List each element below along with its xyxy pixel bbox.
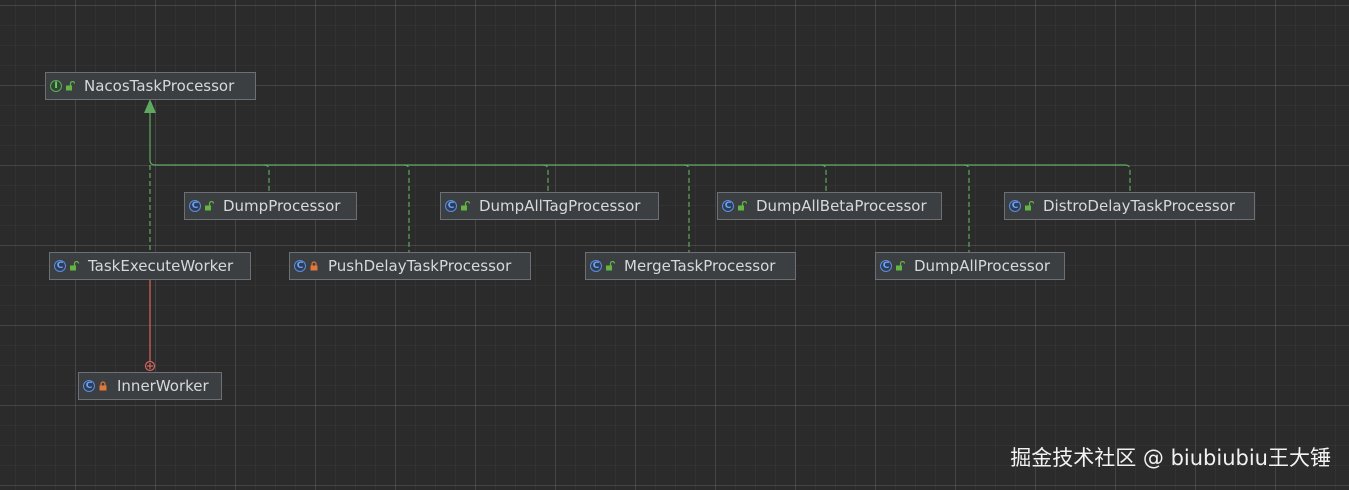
public-lock-icon bbox=[205, 201, 214, 211]
class-icon: C bbox=[880, 260, 892, 272]
node-nacos-task-processor[interactable]: I NacosTaskProcessor bbox=[45, 72, 256, 100]
class-icon: C bbox=[722, 200, 734, 212]
node-label: NacosTaskProcessor bbox=[84, 77, 235, 95]
implements-edge-merge bbox=[683, 164, 690, 252]
implements-edge-pushdelay bbox=[403, 164, 410, 252]
interface-icon: I bbox=[50, 80, 62, 92]
node-label: TaskExecuteWorker bbox=[88, 257, 234, 275]
public-lock-icon bbox=[461, 201, 470, 211]
public-lock-icon bbox=[70, 261, 79, 271]
implements-bus-line bbox=[149, 113, 1125, 166]
node-label: DumpAllBetaProcessor bbox=[756, 197, 927, 215]
public-lock-icon bbox=[66, 81, 75, 91]
implements-arrowhead bbox=[144, 99, 156, 113]
public-lock-icon bbox=[606, 261, 615, 271]
public-lock-icon bbox=[1025, 201, 1034, 211]
class-icon: C bbox=[83, 380, 95, 392]
class-icon: C bbox=[189, 200, 201, 212]
implements-edge-dumpalltag bbox=[542, 164, 549, 192]
private-lock-icon bbox=[310, 261, 318, 271]
class-icon: C bbox=[1009, 200, 1021, 212]
node-label: MergeTaskProcessor bbox=[624, 257, 776, 275]
class-icon: C bbox=[590, 260, 602, 272]
node-dump-all-processor[interactable]: C DumpAllProcessor bbox=[875, 252, 1065, 280]
node-label: DumpAllProcessor bbox=[914, 257, 1051, 275]
node-dump-all-tag-processor[interactable]: C DumpAllTagProcessor bbox=[440, 192, 659, 220]
watermark: 掘金技术社区 @ biubiubiu王大锤 bbox=[1010, 446, 1331, 470]
public-lock-icon bbox=[738, 201, 747, 211]
implements-edge-dump bbox=[263, 164, 270, 192]
node-push-delay-task-processor[interactable]: C PushDelayTaskProcessor bbox=[289, 252, 531, 280]
public-lock-icon bbox=[896, 261, 905, 271]
node-task-execute-worker[interactable]: C TaskExecuteWorker bbox=[49, 252, 251, 280]
implements-edge-distro bbox=[1124, 164, 1131, 192]
class-icon: C bbox=[294, 260, 306, 272]
node-label: PushDelayTaskProcessor bbox=[328, 257, 512, 275]
node-merge-task-processor[interactable]: C MergeTaskProcessor bbox=[585, 252, 796, 280]
node-dump-processor[interactable]: C DumpProcessor bbox=[184, 192, 357, 220]
class-icon: C bbox=[54, 260, 66, 272]
node-label: InnerWorker bbox=[117, 377, 209, 395]
node-label: DumpAllTagProcessor bbox=[479, 197, 641, 215]
class-icon: C bbox=[445, 200, 457, 212]
implements-edge-dumpallbeta bbox=[820, 164, 827, 192]
node-label: DumpProcessor bbox=[223, 197, 341, 215]
node-label: DistroDelayTaskProcessor bbox=[1043, 197, 1236, 215]
node-distro-delay-task-processor[interactable]: C DistroDelayTaskProcessor bbox=[1004, 192, 1255, 220]
implements-edge-dumpall bbox=[963, 164, 970, 252]
node-dump-all-beta-processor[interactable]: C DumpAllBetaProcessor bbox=[717, 192, 942, 220]
private-lock-icon bbox=[99, 381, 107, 391]
node-inner-worker[interactable]: C InnerWorker bbox=[78, 372, 222, 400]
